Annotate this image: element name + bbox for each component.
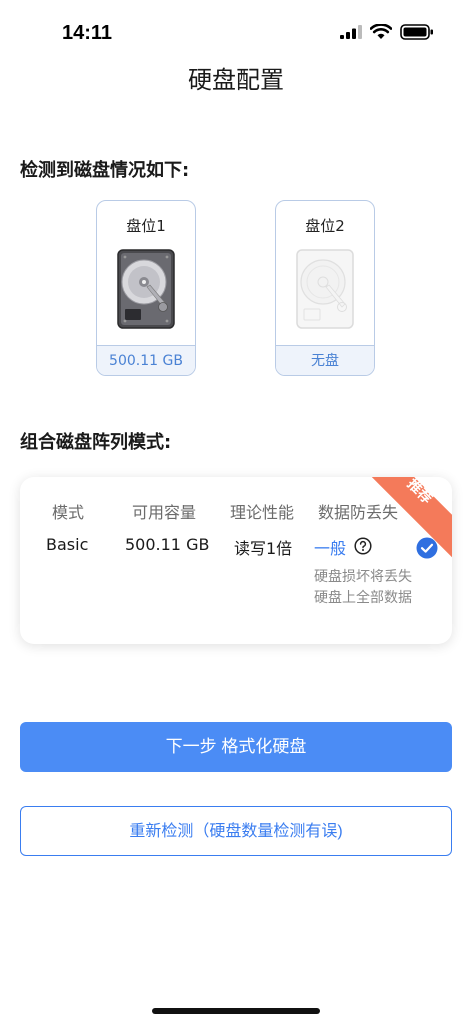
battery-icon xyxy=(400,24,433,40)
disk-slot-label: 盘位1 xyxy=(126,217,166,235)
capacity-value: 500.11 GB xyxy=(125,535,210,554)
protection-note: 硬盘损坏将丢失硬盘上全部数据 xyxy=(314,569,412,606)
empty-hard-drive-icon xyxy=(296,249,354,329)
hard-drive-icon xyxy=(117,249,175,329)
status-icons xyxy=(340,24,434,40)
redetect-button[interactable]: 重新检测（硬盘数量检测有误) xyxy=(20,806,452,856)
disk-slot-status: 500.11 GB xyxy=(97,345,195,375)
next-format-button[interactable]: 下一步 格式化硬盘 xyxy=(20,722,452,772)
cellular-signal-icon xyxy=(340,25,362,39)
selected-check-icon[interactable] xyxy=(416,537,438,559)
protection-value-link[interactable]: 一般 xyxy=(314,535,346,559)
disk-slot-status: 无盘 xyxy=(276,345,374,375)
status-time: 14:11 xyxy=(62,22,113,44)
raid-option-card[interactable]: 推荐 模式 可用容量 理论性能 数据防丢失 Basic 500.11 GB 读写… xyxy=(20,477,452,644)
mode-value: Basic xyxy=(46,535,89,554)
column-header-protection: 数据防丢失 xyxy=(318,503,399,522)
column-header-capacity: 可用容量 xyxy=(132,503,197,522)
status-bar: 14:11 xyxy=(0,0,472,64)
disk-slot-1-card: 盘位1 500.11 GB xyxy=(96,200,196,376)
disk-slot-label: 盘位2 xyxy=(305,217,345,235)
performance-value: 读写1倍 xyxy=(234,539,293,558)
help-circle-icon[interactable] xyxy=(354,537,372,555)
wifi-icon xyxy=(370,24,392,39)
detection-heading: 检测到磁盘情况如下: xyxy=(20,160,190,181)
disk-slot-2-card: 盘位2 无盘 xyxy=(275,200,375,376)
column-header-performance: 理论性能 xyxy=(230,503,295,522)
raid-mode-heading: 组合磁盘阵列模式: xyxy=(20,432,172,453)
column-header-mode: 模式 xyxy=(52,503,85,522)
home-indicator xyxy=(152,1008,320,1014)
page-title: 硬盘配置 xyxy=(188,66,284,94)
